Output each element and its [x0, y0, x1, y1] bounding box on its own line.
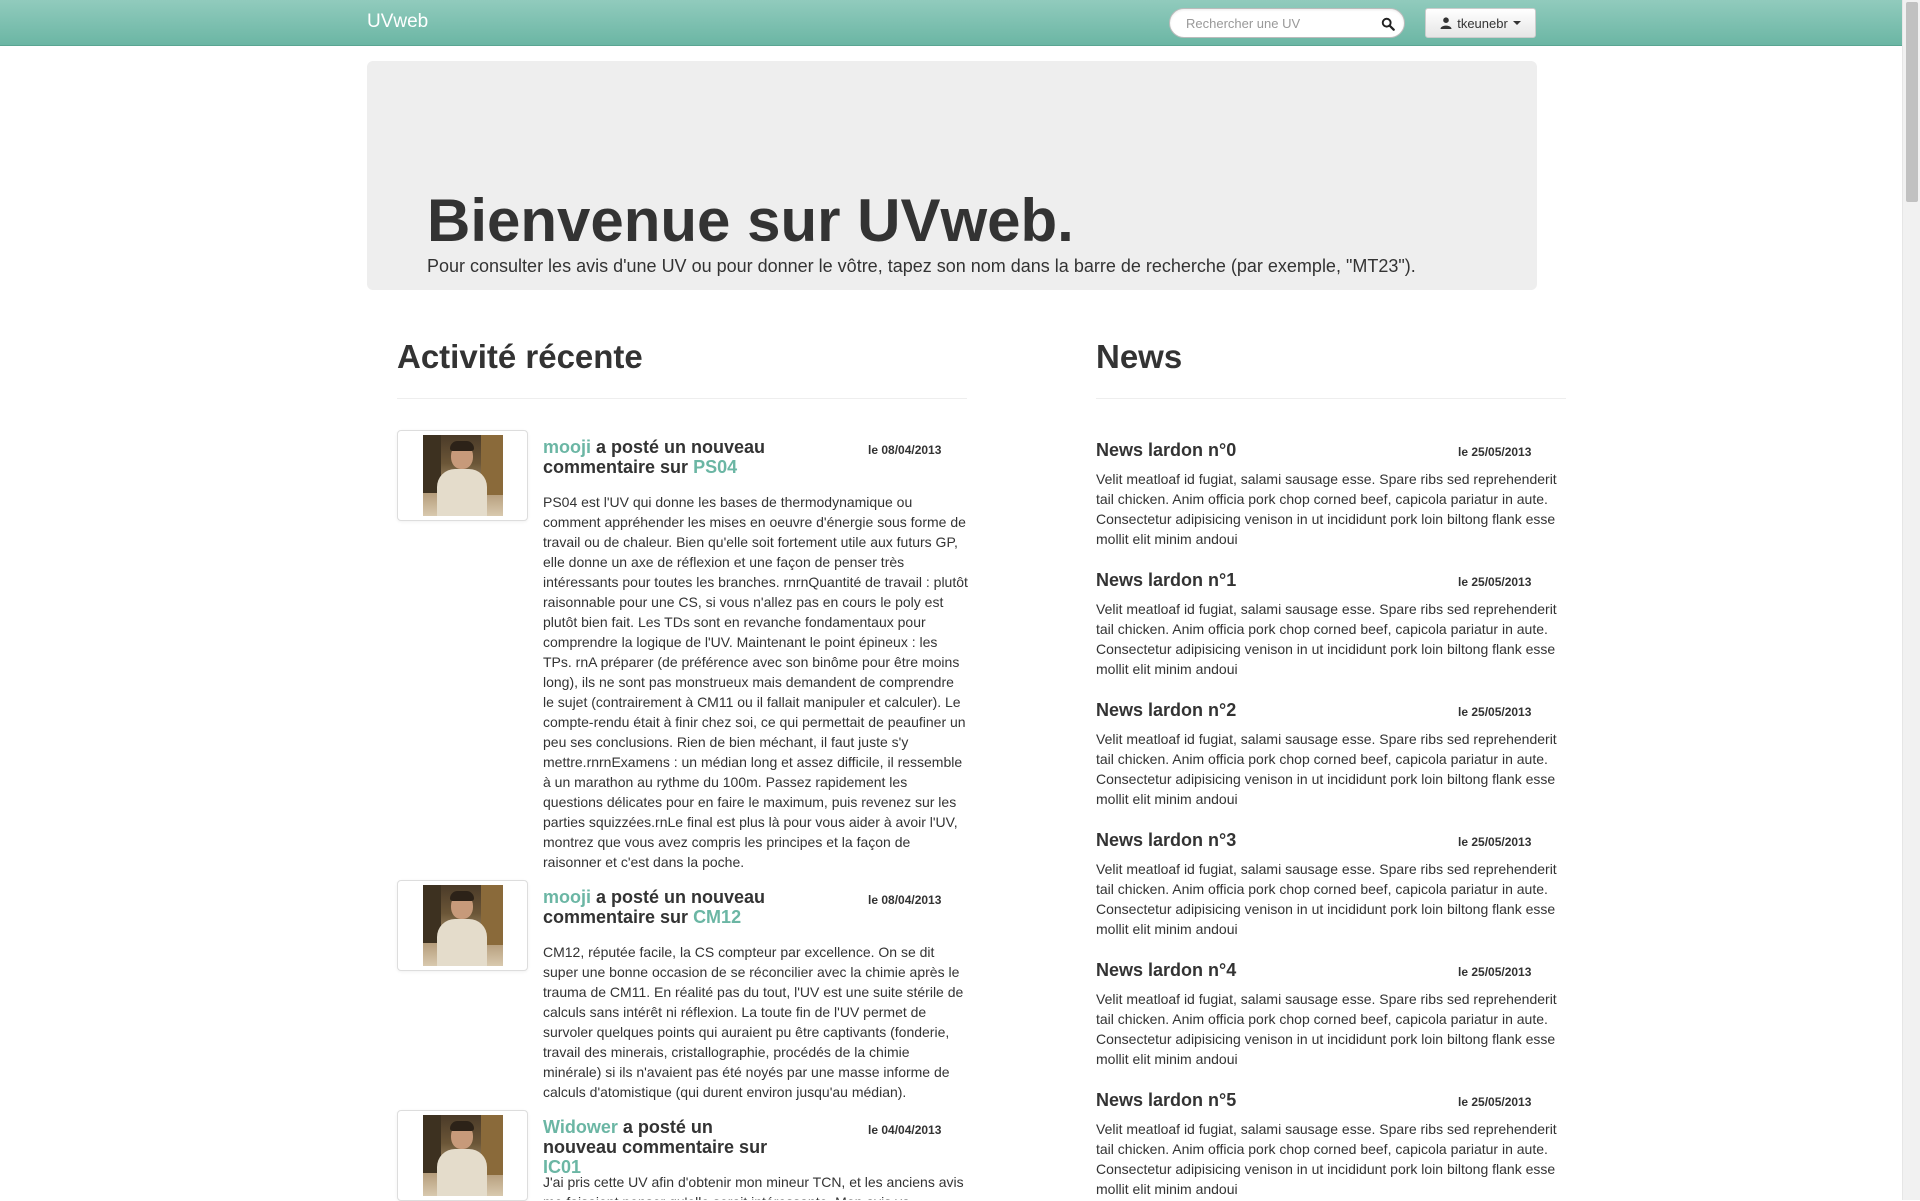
avatar: [423, 885, 503, 966]
user-menu-button[interactable]: tkeunebr: [1425, 8, 1536, 38]
news-title: News lardon n°4: [1096, 960, 1237, 980]
avatar: [423, 435, 503, 516]
activity-heading: mooji a posté un nouveau commentaire sur…: [543, 887, 773, 927]
activity-section-title: Activité récente: [397, 338, 643, 375]
activity-uv-link[interactable]: CM12: [693, 907, 741, 927]
avatar: [423, 1115, 503, 1196]
news-date: le 25/05/2013: [1458, 705, 1532, 719]
activity-comment-text: PS04 est l'UV qui donne les bases de the…: [543, 494, 968, 870]
brand-logo-link[interactable]: UVweb: [367, 11, 428, 33]
activity-comment-text: CM12, réputée facile, la CS compteur par…: [543, 944, 964, 1100]
news-title: News lardon n°0: [1096, 440, 1237, 460]
news-body: Velit meatloaf id fugiat, salami sausage…: [1096, 861, 1557, 937]
news-body: Velit meatloaf id fugiat, salami sausage…: [1096, 731, 1557, 807]
avatar-thumbnail[interactable]: [397, 880, 528, 971]
activity-user-link[interactable]: mooji: [543, 437, 591, 457]
activity-heading: mooji a posté un nouveau commentaire sur…: [543, 437, 773, 477]
top-navbar: UVweb tkeunebr: [0, 0, 1902, 46]
activity-user-link[interactable]: Widower: [543, 1117, 618, 1137]
news-date: le 25/05/2013: [1458, 445, 1532, 459]
activity-divider: [397, 398, 967, 399]
activity-comment-text: J'ai pris cette UV afin d'obtenir mon mi…: [543, 1174, 964, 1200]
news-date: le 25/05/2013: [1458, 575, 1532, 589]
hero-title: Bienvenue sur UVweb.: [427, 187, 1074, 254]
news-title: News lardon n°3: [1096, 830, 1237, 850]
hero-unit: Bienvenue sur UVweb. Pour consulter les …: [367, 61, 1537, 290]
user-icon: [1440, 17, 1452, 29]
activity-heading: Widower a posté un nouveau commentaire s…: [543, 1117, 773, 1177]
user-name-label: tkeunebr: [1457, 15, 1508, 31]
news-title: News lardon n°1: [1096, 570, 1237, 590]
activity-date: le 08/04/2013: [868, 893, 942, 907]
news-date: le 25/05/2013: [1458, 1095, 1532, 1109]
activity-uv-link[interactable]: PS04: [693, 457, 737, 477]
avatar-thumbnail[interactable]: [397, 1110, 528, 1201]
news-body: Velit meatloaf id fugiat, salami sausage…: [1096, 601, 1557, 677]
activity-user-link[interactable]: mooji: [543, 887, 591, 907]
activity-date: le 08/04/2013: [868, 443, 942, 457]
scrollbar-thumb[interactable]: [1906, 2, 1918, 202]
news-divider: [1096, 398, 1566, 399]
news-date: le 25/05/2013: [1458, 965, 1532, 979]
vertical-scrollbar[interactable]: [1902, 0, 1920, 1200]
hero-subtitle: Pour consulter les avis d'une UV ou pour…: [427, 256, 1416, 276]
news-section-title: News: [1096, 338, 1183, 375]
search-input[interactable]: [1184, 14, 1374, 32]
search-box: [1169, 8, 1405, 38]
caret-down-icon: [1512, 21, 1521, 25]
avatar-thumbnail[interactable]: [397, 430, 528, 521]
news-date: le 25/05/2013: [1458, 835, 1532, 849]
news-body: Velit meatloaf id fugiat, salami sausage…: [1096, 1121, 1557, 1197]
news-title: News lardon n°5: [1096, 1090, 1237, 1110]
news-body: Velit meatloaf id fugiat, salami sausage…: [1096, 991, 1557, 1067]
activity-date: le 04/04/2013: [868, 1123, 942, 1137]
search-icon[interactable]: [1381, 17, 1395, 31]
news-title: News lardon n°2: [1096, 700, 1237, 720]
news-body: Velit meatloaf id fugiat, salami sausage…: [1096, 471, 1557, 547]
